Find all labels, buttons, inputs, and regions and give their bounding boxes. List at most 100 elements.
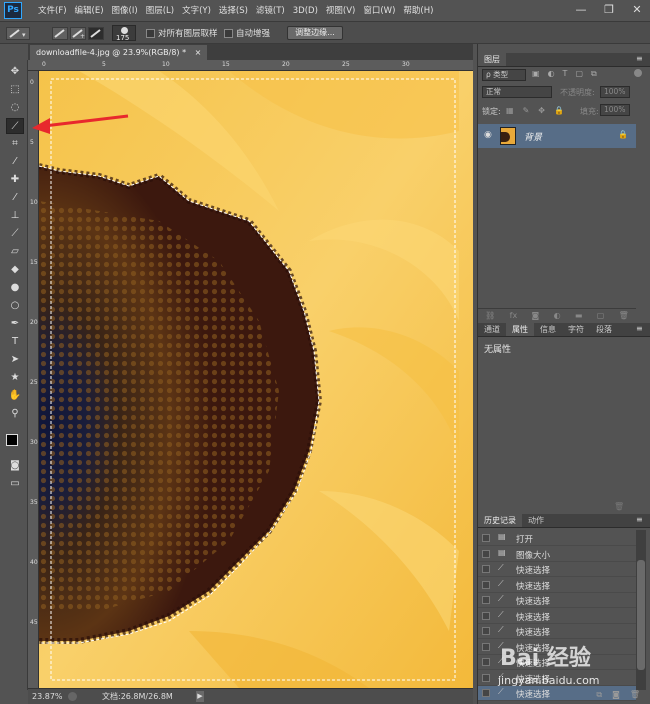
auto-enhance-checkbox[interactable]	[224, 29, 233, 38]
menu-item[interactable]: 图层(L)	[142, 0, 178, 22]
type-tool-icon[interactable]: T	[6, 334, 24, 350]
status-menu-icon[interactable]	[68, 692, 77, 701]
tab-properties-panel[interactable]: 通道	[478, 323, 506, 336]
tab-properties-panel[interactable]: 属性	[506, 323, 534, 336]
eyedropper-tool-icon[interactable]: ⁄	[6, 154, 24, 170]
properties-panel-menu-icon[interactable]: ≡	[636, 324, 643, 333]
shape-filter-icon[interactable]: ▢	[575, 69, 583, 79]
history-item[interactable]: ▤ 图像大小	[478, 547, 636, 562]
add-to-selection-button[interactable]: +	[70, 27, 86, 40]
history-state-checkbox[interactable]	[482, 596, 490, 604]
restore-button[interactable]: ❐	[602, 3, 616, 17]
crop-tool-icon[interactable]: ⌗	[6, 136, 24, 152]
hand-tool-icon[interactable]: ✋	[6, 388, 24, 404]
history-brush-tool-icon[interactable]: ⟋	[6, 226, 24, 242]
minimize-button[interactable]: —	[574, 3, 588, 17]
history-state-checkbox[interactable]	[482, 673, 490, 682]
visibility-eye-icon[interactable]: ◉	[484, 130, 492, 140]
healing-brush-tool-icon[interactable]: ✚	[6, 172, 24, 188]
menu-item[interactable]: 文字(Y)	[178, 0, 215, 22]
dodge-tool-icon[interactable]: ○	[6, 298, 24, 314]
properties-delete-icon[interactable]: 🗑	[614, 502, 624, 511]
lock-position-icon[interactable]: ✥	[538, 106, 545, 115]
new-selection-mode-button[interactable]	[52, 27, 68, 40]
path-selection-tool-icon[interactable]: ➤	[6, 352, 24, 368]
snapshot-icon[interactable]: ◙	[612, 690, 620, 704]
move-tool-icon[interactable]: ✥	[6, 64, 24, 80]
menu-item[interactable]: 视图(V)	[322, 0, 359, 22]
delete-state-icon[interactable]: 🗑	[630, 690, 640, 704]
add-mask-icon[interactable]: ◙	[532, 309, 540, 322]
tool-preset-picker[interactable]: ▾	[6, 27, 30, 40]
lock-pixels-icon[interactable]: ✎	[523, 106, 530, 115]
history-panel-menu-icon[interactable]: ≡	[636, 515, 643, 524]
menu-item[interactable]: 窗口(W)	[359, 0, 399, 22]
paint-bucket-tool-icon[interactable]: ◆	[6, 262, 24, 278]
tab-properties-panel[interactable]: 段落	[590, 323, 618, 336]
subtract-from-selection-button[interactable]	[88, 27, 104, 40]
zoom-tool-icon[interactable]: ⚲	[6, 406, 24, 422]
fill-input[interactable]: 100%	[600, 104, 630, 116]
history-scroll-thumb[interactable]	[637, 560, 645, 670]
history-item[interactable]: ▤ 打开	[478, 531, 636, 546]
delete-layer-icon[interactable]: 🗑	[619, 309, 629, 322]
history-state-checkbox[interactable]	[482, 534, 490, 542]
history-state-checkbox[interactable]	[482, 627, 490, 635]
lasso-tool-icon[interactable]: ◌	[6, 100, 24, 116]
quick-mask-icon[interactable]: ◙	[6, 458, 24, 474]
menu-item[interactable]: 滤镜(T)	[252, 0, 289, 22]
smart-object-filter-icon[interactable]: ⧉	[591, 69, 597, 79]
history-state-checkbox[interactable]	[482, 580, 490, 589]
layers-panel-menu-icon[interactable]: ≡	[636, 54, 643, 63]
clone-stamp-tool-icon[interactable]: ⊥	[6, 208, 24, 224]
close-tab-icon[interactable]: ×	[195, 48, 202, 57]
new-document-from-state-icon[interactable]: ⧉	[596, 690, 602, 704]
menu-item[interactable]: 3D(D)	[289, 0, 322, 22]
blur-tool-icon[interactable]: ●	[6, 280, 24, 296]
zoom-level[interactable]: 23.87%	[32, 689, 63, 704]
new-group-icon[interactable]: ▬	[575, 309, 583, 322]
brush-size-picker[interactable]: 175	[112, 25, 136, 42]
tab-history-panel[interactable]: 历史记录	[478, 514, 522, 527]
history-item[interactable]: ⟋ 快速选择	[478, 624, 636, 639]
tab-history-panel[interactable]: 动作	[522, 514, 550, 527]
layer-style-icon[interactable]: fx	[510, 309, 518, 322]
tab-layers[interactable]: 图层	[478, 53, 506, 66]
lock-transparent-icon[interactable]: ▦	[506, 106, 514, 115]
history-state-checkbox[interactable]	[482, 611, 490, 620]
status-arrow-icon[interactable]: ▶	[196, 691, 204, 702]
foreground-color-swatch[interactable]	[6, 434, 18, 446]
document-canvas[interactable]	[39, 71, 473, 688]
history-state-checkbox[interactable]	[482, 642, 490, 651]
adjustment-filter-icon[interactable]: ◐	[548, 69, 555, 79]
new-layer-icon[interactable]: ▢	[597, 309, 605, 322]
marquee-tool-icon[interactable]: ⬚	[6, 82, 24, 98]
tab-properties-panel[interactable]: 字符	[562, 323, 590, 336]
menu-item[interactable]: 图像(I)	[108, 0, 142, 22]
refine-edge-button[interactable]: 调整边缘...	[287, 26, 343, 40]
adjustment-layer-icon[interactable]: ◐	[554, 309, 561, 322]
type-filter-icon[interactable]: T	[563, 69, 568, 79]
history-state-checkbox[interactable]	[482, 658, 490, 666]
close-window-button[interactable]: ✕	[630, 3, 644, 17]
history-item[interactable]: ⟋ 快速选择	[478, 562, 636, 577]
menu-item[interactable]: 文件(F)	[34, 0, 71, 22]
opacity-input[interactable]: 100%	[600, 86, 630, 98]
screen-mode-icon[interactable]: ▭	[6, 476, 24, 492]
tab-properties-panel[interactable]: 信息	[534, 323, 562, 336]
link-layers-icon[interactable]: ⛓	[485, 309, 495, 322]
quick-selection-tool-icon[interactable]: ⟋	[6, 118, 24, 134]
history-scrollbar[interactable]	[636, 530, 646, 690]
history-state-checkbox[interactable]	[482, 549, 490, 558]
layer-filter-select[interactable]: ρ 类型	[482, 69, 526, 81]
menu-item[interactable]: 选择(S)	[215, 0, 252, 22]
pixel-filter-icon[interactable]: ▣	[532, 69, 540, 79]
document-tab[interactable]: downloadfile-4.jpg @ 23.9%(RGB/8) * ×	[30, 45, 208, 60]
layer-row-background[interactable]: ◉ 背景 🔒	[478, 124, 636, 148]
filter-toggle-icon[interactable]	[634, 69, 642, 77]
eraser-tool-icon[interactable]: ▱	[6, 244, 24, 260]
brush-tool-icon[interactable]: ⁄	[6, 190, 24, 206]
custom-shape-tool-icon[interactable]: ★	[6, 370, 24, 386]
blend-mode-select[interactable]: 正常	[482, 86, 552, 98]
history-state-checkbox[interactable]	[482, 565, 490, 573]
